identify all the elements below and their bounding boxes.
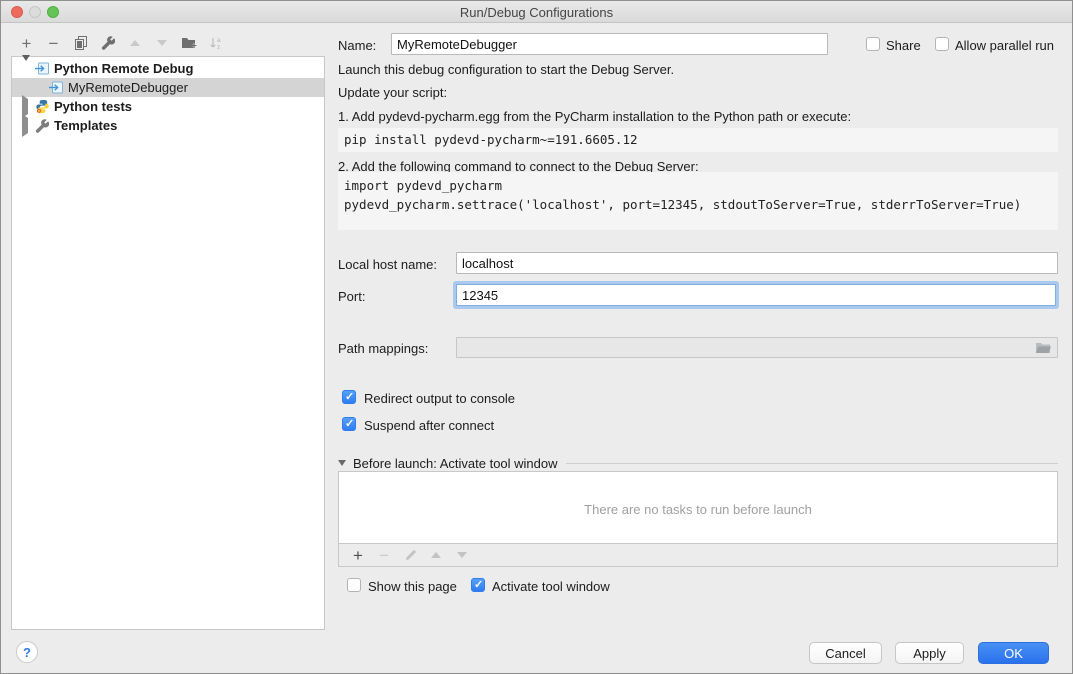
expand-toggle[interactable] bbox=[22, 118, 34, 133]
sort-alphabetically-icon: az bbox=[209, 36, 223, 50]
tree-item-python-tests[interactable]: Python tests bbox=[12, 97, 324, 116]
collapse-icon bbox=[338, 460, 346, 466]
tree-item-myremotedebugger[interactable]: MyRemoteDebugger bbox=[12, 78, 324, 97]
activate-tool-window-checkbox[interactable] bbox=[471, 578, 485, 592]
move-up-button[interactable] bbox=[121, 32, 148, 54]
new-folder-button[interactable] bbox=[175, 32, 202, 54]
move-up-icon bbox=[130, 40, 140, 46]
show-this-page-checkbox[interactable] bbox=[347, 578, 361, 592]
allow-parallel-run-label: Allow parallel run bbox=[955, 38, 1054, 53]
copy-icon bbox=[74, 36, 88, 50]
suspend-after-connect-label: Suspend after connect bbox=[364, 418, 494, 433]
pencil-icon bbox=[404, 549, 417, 562]
redirect-output-checkbox[interactable] bbox=[342, 390, 356, 404]
move-down-button[interactable] bbox=[148, 32, 175, 54]
copy-configuration-button[interactable] bbox=[67, 32, 94, 54]
before-launch-header[interactable]: Before launch: Activate tool window bbox=[338, 456, 1058, 470]
move-task-down-button[interactable] bbox=[449, 545, 475, 565]
configurations-toolbar: + − az bbox=[13, 32, 229, 54]
remote-debug-icon bbox=[48, 80, 64, 96]
python-icon bbox=[34, 99, 50, 115]
remove-icon: − bbox=[49, 35, 59, 52]
add-configuration-button[interactable]: + bbox=[13, 32, 40, 54]
before-launch-title: Before launch: Activate tool window bbox=[353, 456, 558, 471]
window-title: Run/Debug Configurations bbox=[1, 5, 1072, 20]
suspend-after-connect-checkbox[interactable] bbox=[342, 417, 356, 431]
tree-item-label: MyRemoteDebugger bbox=[68, 80, 188, 95]
wrench-icon bbox=[34, 118, 50, 134]
empty-tasks-text: There are no tasks to run before launch bbox=[339, 502, 1057, 517]
tree-item-templates[interactable]: Templates bbox=[12, 116, 324, 135]
share-checkbox-label: Share bbox=[886, 38, 921, 53]
pip-install-code: pip install pydevd-pycharm~=191.6605.12 bbox=[338, 128, 1058, 152]
expand-toggle[interactable] bbox=[22, 61, 34, 76]
sort-configurations-button[interactable]: az bbox=[202, 32, 229, 54]
edit-task-button[interactable] bbox=[397, 545, 423, 565]
allow-parallel-run-checkbox[interactable] bbox=[935, 37, 949, 51]
chevron-right-icon bbox=[22, 114, 28, 137]
task-list-toolbar: + − bbox=[339, 543, 1057, 566]
remove-task-button[interactable]: − bbox=[371, 545, 397, 565]
title-bar: Run/Debug Configurations bbox=[1, 1, 1072, 23]
update-script-text: Update your script: bbox=[338, 85, 447, 100]
step1-text: 1. Add pydevd-pycharm.egg from the PyCha… bbox=[338, 109, 851, 124]
share-checkbox[interactable] bbox=[866, 37, 880, 51]
move-down-icon bbox=[157, 40, 167, 46]
svg-text:z: z bbox=[217, 44, 220, 50]
cancel-button[interactable]: Cancel bbox=[809, 642, 882, 664]
edit-defaults-button[interactable] bbox=[94, 32, 121, 54]
expand-toggle[interactable] bbox=[22, 99, 34, 114]
add-icon: + bbox=[353, 547, 363, 564]
add-task-button[interactable]: + bbox=[345, 545, 371, 565]
remove-icon: − bbox=[379, 547, 389, 564]
tree-item-python-remote-debug[interactable]: Python Remote Debug bbox=[12, 59, 324, 78]
move-down-icon bbox=[457, 552, 467, 558]
port-input[interactable] bbox=[456, 284, 1056, 306]
chevron-down-icon bbox=[22, 55, 30, 76]
separator-line bbox=[566, 463, 1058, 464]
local-host-name-label: Local host name: bbox=[338, 257, 437, 272]
apply-button[interactable]: Apply bbox=[895, 642, 964, 664]
help-icon: ? bbox=[23, 645, 31, 660]
settrace-code: import pydevd_pycharm pydevd_pycharm.sett… bbox=[338, 172, 1058, 230]
configurations-tree: Python Remote Debug MyRemoteDebugger Pyt… bbox=[11, 56, 325, 630]
before-launch-task-list: There are no tasks to run before launch … bbox=[338, 471, 1058, 567]
add-icon: + bbox=[22, 35, 32, 52]
move-up-icon bbox=[431, 552, 441, 558]
browse-folder-icon[interactable] bbox=[1035, 342, 1051, 354]
tree-item-label: Python tests bbox=[54, 99, 132, 114]
intro-text: Launch this debug configuration to start… bbox=[338, 62, 674, 77]
activate-tool-window-label: Activate tool window bbox=[492, 579, 610, 594]
show-this-page-label: Show this page bbox=[368, 579, 457, 594]
ok-button[interactable]: OK bbox=[978, 642, 1049, 664]
settrace-code-line2: pydevd_pycharm.settrace('localhost', por… bbox=[344, 197, 1021, 212]
tree-item-label: Templates bbox=[54, 118, 117, 133]
new-folder-icon bbox=[181, 36, 197, 50]
path-mappings-label: Path mappings: bbox=[338, 341, 428, 356]
remove-configuration-button[interactable]: − bbox=[40, 32, 67, 54]
move-task-up-button[interactable] bbox=[423, 545, 449, 565]
settrace-code-line1: import pydevd_pycharm bbox=[344, 178, 502, 193]
path-mappings-input[interactable] bbox=[456, 337, 1058, 358]
svg-text:a: a bbox=[217, 37, 221, 44]
remote-debug-icon bbox=[34, 61, 50, 77]
help-button[interactable]: ? bbox=[16, 641, 38, 663]
name-label: Name: bbox=[338, 38, 376, 53]
tree-item-label: Python Remote Debug bbox=[54, 61, 193, 76]
local-host-name-input[interactable] bbox=[456, 252, 1058, 274]
name-input[interactable] bbox=[391, 33, 828, 55]
redirect-output-label: Redirect output to console bbox=[364, 391, 515, 406]
run-debug-configurations-dialog: Run/Debug Configurations + − bbox=[0, 0, 1073, 674]
port-label: Port: bbox=[338, 289, 365, 304]
wrench-icon bbox=[101, 36, 115, 50]
